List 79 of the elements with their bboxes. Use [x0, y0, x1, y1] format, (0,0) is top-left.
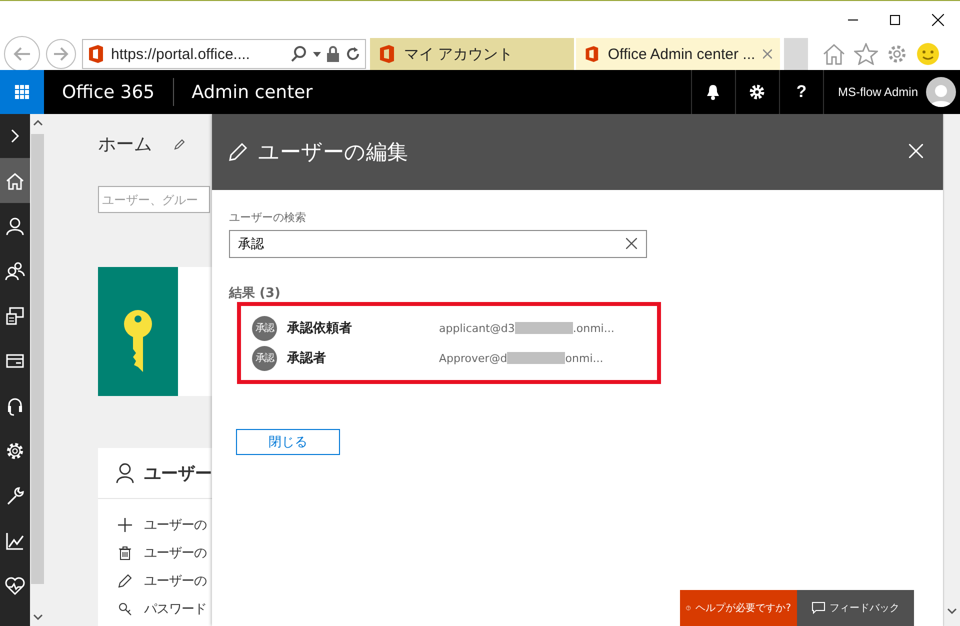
scroll-down-icon	[32, 614, 42, 620]
field-label: ユーザーの検索	[229, 210, 307, 225]
back-arrow-icon	[12, 46, 32, 62]
email-end: onmi...	[565, 352, 604, 364]
chevron-right-icon	[11, 129, 19, 143]
avatar: 承認	[252, 346, 277, 370]
app-launcher-button[interactable]	[0, 70, 44, 114]
bell-icon	[706, 84, 720, 100]
person-icon	[5, 216, 25, 236]
smiley-icon	[916, 42, 940, 66]
email-start: Approver@d	[439, 352, 508, 364]
user-search-field[interactable]: 承認	[229, 230, 647, 258]
home-icon	[822, 43, 846, 65]
result-row[interactable]: 承認 承認依頼者 applicant@d3 .onmi...	[252, 313, 632, 343]
star-icon	[854, 43, 878, 65]
page-title: ホーム	[98, 133, 152, 156]
forward-arrow-icon	[53, 47, 69, 61]
speech-bubble-icon	[812, 602, 824, 614]
email-end: .onmi...	[572, 322, 614, 334]
close-icon	[932, 14, 944, 26]
results-heading: 結果 (3)	[229, 285, 282, 302]
avatar: 承認	[252, 316, 277, 340]
search-field[interactable]: ユーザー、グルー	[98, 186, 210, 213]
wrench-icon	[5, 486, 25, 506]
settings-icon	[886, 43, 908, 65]
people-icon	[5, 260, 25, 280]
home-icon	[5, 170, 25, 190]
key-icon	[118, 602, 132, 616]
lock-icon	[327, 46, 339, 62]
settings-icon	[749, 84, 766, 100]
browser-tab[interactable]: マイ アカウント	[370, 38, 574, 70]
card-title: ユーザー	[144, 462, 212, 484]
url-text: https://portal.office....	[111, 46, 251, 62]
action-link[interactable]: パスワード	[144, 600, 206, 618]
close-button[interactable]: 閉じる	[236, 429, 340, 455]
app-title[interactable]: Office 365	[44, 82, 173, 102]
office-logo-icon	[378, 44, 396, 64]
close-icon	[763, 49, 772, 59]
result-row[interactable]: 承認 承認者 Approver@d onmi...	[252, 343, 632, 373]
redaction-block	[514, 322, 573, 334]
redaction-block	[507, 352, 566, 364]
heart-icon	[5, 576, 25, 596]
trash-icon	[118, 546, 132, 560]
clear-icon	[626, 238, 637, 249]
user-name: 承認者	[287, 350, 327, 367]
user-name: 承認依頼者	[287, 320, 353, 337]
pencil-icon	[228, 142, 248, 162]
action-link[interactable]: ユーザーの	[144, 544, 206, 562]
help-button[interactable]: ヘルプが必要ですか?	[680, 590, 797, 626]
panel-title: ユーザーの編集	[258, 139, 408, 166]
browser-tab[interactable]: Office Admin center ...	[576, 38, 780, 70]
action-link[interactable]: ユーザーの	[144, 516, 206, 534]
address-bar[interactable]: https://portal.office....	[82, 39, 366, 69]
nav-item[interactable]	[0, 158, 30, 203]
pencil-icon	[118, 574, 132, 588]
devices-icon	[5, 306, 25, 326]
settings-icon	[5, 440, 25, 460]
plus-icon	[118, 518, 132, 532]
person-silhouette-icon	[930, 83, 952, 107]
headset-icon	[5, 396, 25, 416]
search-icon	[291, 46, 307, 62]
section-title: Admin center	[190, 82, 314, 102]
scroll-down-icon	[947, 608, 957, 614]
scroll-up-icon	[32, 120, 42, 126]
feedback-button[interactable]: フィードバック	[797, 590, 914, 626]
office-logo-icon	[87, 44, 105, 64]
action-link[interactable]: ユーザーの	[144, 572, 206, 590]
back-button[interactable]	[4, 36, 40, 72]
close-icon	[909, 144, 923, 158]
scrollbar-thumb[interactable]	[31, 134, 44, 584]
office-logo-icon	[584, 44, 600, 64]
waffle-icon	[15, 85, 29, 99]
pencil-icon	[174, 138, 186, 150]
email-start: applicant@d3	[439, 322, 515, 334]
person-icon	[116, 463, 134, 483]
caret-icon	[313, 52, 321, 56]
refresh-icon	[345, 46, 361, 62]
maximize-icon	[890, 14, 900, 24]
chart-icon	[5, 530, 25, 550]
